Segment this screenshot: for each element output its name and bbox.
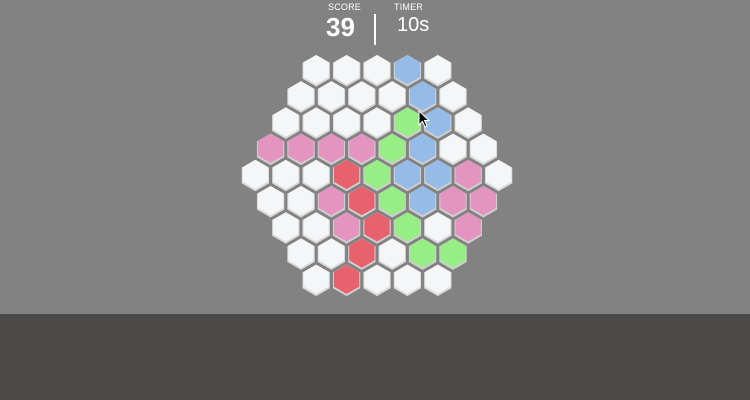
hex-cell[interactable] — [439, 238, 467, 270]
hex-cell[interactable] — [363, 107, 391, 139]
hex-cell[interactable] — [272, 212, 300, 244]
hex-cell[interactable] — [348, 81, 376, 113]
hex-cell[interactable] — [439, 185, 467, 218]
hex-cell[interactable] — [302, 107, 330, 139]
bottom-band — [0, 314, 750, 400]
hex-cell[interactable] — [439, 133, 467, 166]
hex-cell[interactable] — [424, 107, 452, 139]
hex-cell[interactable] — [363, 54, 391, 87]
hex-cell[interactable] — [332, 107, 361, 139]
hex-board[interactable] — [0, 0, 750, 314]
hex-cell[interactable] — [302, 264, 330, 297]
hex-cell[interactable] — [317, 133, 346, 166]
hex-cell[interactable] — [424, 264, 452, 297]
hex-cell[interactable] — [287, 81, 315, 113]
hex-cell[interactable] — [424, 212, 452, 244]
hex-cell[interactable] — [408, 81, 437, 113]
hex-cell[interactable] — [332, 54, 361, 87]
hex-cell[interactable] — [302, 159, 330, 192]
hex-cell[interactable] — [378, 238, 406, 270]
hex-cell[interactable] — [363, 264, 391, 297]
hex-cell[interactable] — [393, 159, 422, 192]
hex-cell[interactable] — [287, 133, 315, 166]
hex-cell[interactable] — [332, 212, 361, 244]
hex-cell[interactable] — [408, 133, 437, 166]
hex-cell[interactable] — [424, 54, 452, 87]
hex-cell[interactable] — [287, 185, 315, 218]
hex-cell[interactable] — [287, 238, 315, 270]
hex-cell[interactable] — [424, 159, 452, 192]
hex-cell[interactable] — [256, 185, 285, 218]
hex-cell[interactable] — [408, 238, 437, 270]
hex-cell[interactable] — [332, 264, 361, 297]
hex-cell[interactable] — [393, 54, 422, 87]
hex-cell[interactable] — [454, 107, 482, 139]
hex-cell[interactable] — [378, 81, 406, 113]
hex-cell[interactable] — [393, 212, 422, 244]
hex-cell[interactable] — [348, 238, 376, 270]
hex-cell[interactable] — [363, 159, 391, 192]
hex-cell[interactable] — [272, 159, 300, 192]
hex-cell[interactable] — [469, 185, 498, 218]
hex-cell[interactable] — [348, 185, 376, 218]
hex-cell[interactable] — [439, 81, 467, 113]
hex-cell[interactable] — [484, 159, 513, 192]
hex-cell[interactable] — [241, 159, 270, 192]
hex-cell[interactable] — [393, 264, 422, 297]
hex-cell[interactable] — [454, 212, 482, 244]
hex-cell[interactable] — [256, 133, 285, 166]
hex-cell[interactable] — [393, 107, 422, 139]
hex-cell[interactable] — [378, 185, 406, 218]
hex-cell[interactable] — [348, 133, 376, 166]
hex-cell[interactable] — [317, 185, 346, 218]
hex-cell[interactable] — [302, 54, 330, 87]
hex-cell[interactable] — [408, 185, 437, 218]
hex-cell[interactable] — [378, 133, 406, 166]
hex-cell[interactable] — [272, 107, 300, 139]
hex-cell[interactable] — [332, 159, 361, 192]
hex-cell[interactable] — [469, 133, 498, 166]
hex-cell[interactable] — [302, 212, 330, 244]
hex-cell[interactable] — [363, 212, 391, 244]
hex-cell[interactable] — [317, 81, 346, 113]
hex-cell[interactable] — [317, 238, 346, 270]
hex-cell[interactable] — [454, 159, 482, 192]
